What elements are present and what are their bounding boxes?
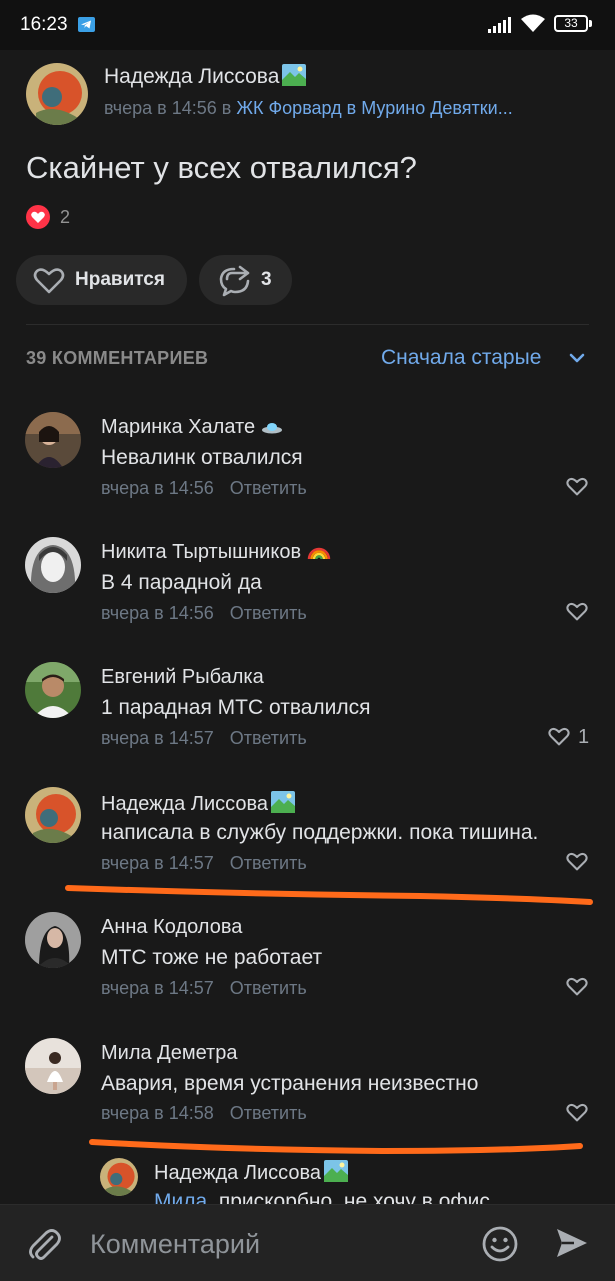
reply-author[interactable]: Надежда Лиссова [154,1160,349,1185]
reply-author-text: Надежда Лиссова [154,1162,322,1184]
reply-button[interactable]: Ответить [230,978,307,998]
comment-text: 1 парадная МТС отвалился [101,696,371,719]
comment-time: вчера в 14:56 [101,478,214,498]
comment-text: написала в службу поддержки. пока тишина… [101,821,539,844]
landscape-emoji-icon [282,64,307,86]
like-button[interactable]: Нравится [16,255,187,305]
comment-time: вчера в 14:57 [101,978,214,998]
comment-text: Авария, время устранения неизвестно [101,1072,479,1095]
heart-badge-icon [26,205,50,229]
likes-count: 2 [60,207,71,227]
divider [26,324,589,325]
comment-author[interactable]: Маринка Халате [101,416,283,439]
rainbow-emoji-icon [307,547,330,560]
comment-meta: вчера в 14:57 Ответить [101,978,307,999]
comment-avatar[interactable] [25,912,81,968]
attach-icon[interactable] [24,1225,64,1265]
reply-button[interactable]: Ответить [230,728,307,748]
comment-meta: вчера в 14:56 Ответить [101,478,307,499]
landscape-emoji-icon [324,1160,349,1182]
comment-heart-icon[interactable] [566,602,588,621]
comments-count: 39 КОММЕНТАРИЕВ [26,348,209,368]
reply-button[interactable]: Ответить [230,478,307,498]
comment-author[interactable]: Анна Кодолова [101,916,242,939]
post-author-name-text: Надежда Лиссова [104,65,280,88]
reply-avatar[interactable] [100,1158,138,1196]
comment-item: Мила Деметра Авария, время устранения не… [0,1026,615,1141]
heart-icon [33,268,65,294]
reply-button[interactable]: Ответить [230,853,307,873]
battery-icon: 33 [554,15,588,32]
comment-time: вчера в 14:57 [101,728,214,748]
comment-author[interactable]: Мила Деметра [101,1042,237,1065]
telegram-icon [78,17,95,32]
comment-author[interactable]: Надежда Лиссова [101,791,296,816]
comment-text: МТС тоже не работает [101,946,323,969]
comment-author-text: Маринка Халате [101,416,256,438]
post-text: Скайнет у всех отвалился? [26,150,417,185]
comment-text: Невалинк отвалился [101,446,303,469]
signal-icon [488,17,511,33]
comment-heart-icon[interactable] [548,727,570,746]
comment-avatar[interactable] [25,662,81,718]
nested-reply-item: Надежда Лиссова Мила, прискорбно, не хоч… [0,1150,615,1204]
share-button[interactable]: 3 [199,255,292,305]
like-button-label: Нравится [75,269,165,290]
reply-text: Мила, прискорбно, не хочу в офис [154,1190,490,1204]
chevron-down-icon[interactable] [568,352,586,364]
post-author-avatar[interactable] [26,63,88,125]
post-author-name[interactable]: Надежда Лиссова [104,64,307,89]
comment-author[interactable]: Никита Тыртышников [101,541,331,564]
comment-item: Анна Кодолова МТС тоже не работает вчера… [0,900,615,1015]
battery-level: 33 [564,16,578,30]
comment-meta: вчера в 14:57 Ответить [101,728,307,749]
emoji-icon[interactable] [481,1225,519,1263]
comment-avatar[interactable] [25,537,81,593]
comment-item: Евгений Рыбалка 1 парадная МТС отвалился… [0,650,615,765]
comment-author-text: Никита Тыртышников [101,541,302,563]
wifi-icon [521,14,545,32]
comment-input[interactable]: Комментарий [90,1229,260,1260]
ufo-emoji-icon [261,422,282,434]
landscape-emoji-icon [271,791,296,813]
post-meta: вчера в 14:56 в ЖК Форвард в Мурино Девя… [104,98,513,119]
comment-composer: Комментарий [0,1204,615,1281]
share-icon [219,265,250,297]
comment-heart-icon[interactable] [566,1103,588,1122]
comment-meta: вчера в 14:56 Ответить [101,603,307,624]
share-count: 3 [261,269,272,290]
comment-item: Надежда Лиссова написала в службу поддер… [0,775,615,890]
comment-heart-icon[interactable] [566,977,588,996]
comment-like-count: 1 [578,726,590,748]
send-icon[interactable] [554,1226,590,1260]
battery-tip [589,20,592,27]
comment-time: вчера в 14:57 [101,853,214,873]
reply-mention[interactable]: Мила [154,1190,207,1204]
comment-heart-icon[interactable] [566,477,588,496]
comment-heart-icon[interactable] [566,852,588,871]
reply-button[interactable]: Ответить [230,1103,307,1123]
post-in-word: в [221,98,232,118]
status-time: 16:23 [20,14,68,35]
comment-meta: вчера в 14:57 Ответить [101,853,307,874]
comment-time: вчера в 14:58 [101,1103,214,1123]
post-time: вчера в 14:56 [104,98,217,118]
comment-avatar[interactable] [25,787,81,843]
comment-avatar[interactable] [25,1038,81,1094]
reply-text-body: , прискорбно, не хочу в офис [207,1190,490,1204]
post-group-link[interactable]: ЖК Форвард в Мурино Девятки... [236,98,512,118]
comment-time: вчера в 14:56 [101,603,214,623]
comment-meta: вчера в 14:58 Ответить [101,1103,307,1124]
status-bar: 16:23 33 [0,0,615,50]
comment-text: В 4 парадной да [101,571,262,594]
comment-avatar[interactable] [25,412,81,468]
reply-button[interactable]: Ответить [230,603,307,623]
sort-selector[interactable]: Сначала старые [381,346,541,370]
comment-author-text: Надежда Лиссова [101,793,269,815]
comment-item: Никита Тыртышников В 4 парадной да вчера… [0,525,615,640]
comment-item: Маринка Халате Невалинк отвалился вчера … [0,400,615,515]
comment-author[interactable]: Евгений Рыбалка [101,666,264,689]
